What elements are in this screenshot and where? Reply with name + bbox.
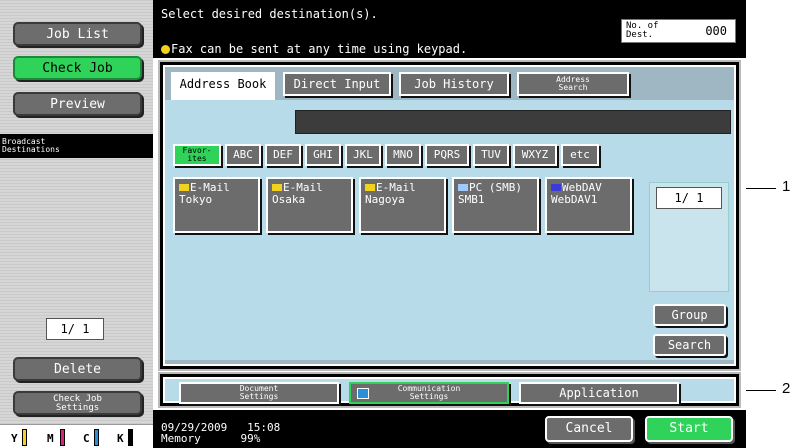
entry-name: Osaka xyxy=(272,193,306,206)
webdav-icon xyxy=(551,184,561,191)
entry-email-nagoya[interactable]: E-Mail Nagoya xyxy=(359,177,446,233)
address-book-content: Favor- ites ABC DEF GHI JKL MNO PQRS TUV… xyxy=(165,100,734,360)
memory-value: 99% xyxy=(240,432,261,445)
settings-tab-row: Document Settings Communication Settings… xyxy=(158,372,741,408)
index-ghi[interactable]: GHI xyxy=(305,144,341,166)
page-number: 1/ 1 xyxy=(656,187,722,209)
broadcast-label-line2: Destinations xyxy=(2,145,60,154)
entry-name: Tokyo xyxy=(179,193,213,206)
tab-address-book[interactable]: Address Book xyxy=(171,72,275,102)
destination-panel-inner: Address Book Direct Input Job History Ad… xyxy=(163,65,736,366)
check-job-button[interactable]: Check Job xyxy=(13,56,142,80)
job-list-button[interactable]: Job List xyxy=(13,22,142,46)
email-icon xyxy=(272,184,282,191)
instruction-message: Select desired destination(s). xyxy=(161,7,378,21)
toner-label-k: K xyxy=(117,432,124,445)
callout-line-2 xyxy=(746,390,776,391)
tab-address-search[interactable]: Address Search xyxy=(517,72,629,96)
address-search-line2: Search xyxy=(558,83,588,92)
callout-number-2: 2 xyxy=(782,380,791,397)
memory-label: Memory xyxy=(161,432,201,445)
tab-document-settings[interactable]: Document Settings xyxy=(179,382,339,404)
left-panel: Job List Check Job Preview Broadcast Des… xyxy=(0,0,153,448)
toner-label-m: M xyxy=(47,432,54,445)
communication-settings-line2: Settings xyxy=(409,392,449,401)
toner-bar-m xyxy=(60,429,65,446)
callout-number-1: 1 xyxy=(782,178,791,195)
index-tuv[interactable]: TUV xyxy=(473,144,509,166)
fax-note-text: Fax can be sent at any time using keypad… xyxy=(171,42,468,56)
entry-webdav1[interactable]: WebDAV WebDAV1 xyxy=(545,177,632,233)
document-settings-line2: Settings xyxy=(239,392,279,401)
delete-button[interactable]: Delete xyxy=(13,357,142,381)
index-favorites[interactable]: Favor- ites xyxy=(173,144,221,166)
settings-tab-row-inner: Document Settings Communication Settings… xyxy=(163,377,736,404)
index-jkl[interactable]: JKL xyxy=(345,144,381,166)
entry-email-osaka[interactable]: E-Mail Osaka xyxy=(266,177,353,233)
email-icon xyxy=(179,184,189,191)
lightbulb-icon xyxy=(161,45,170,54)
check-job-settings-button[interactable]: Check Job Settings xyxy=(13,391,142,415)
date-time: 09/29/2009 15:08 Memory 99% xyxy=(161,422,280,444)
check-job-settings-line2: Settings xyxy=(55,403,100,413)
status-footer: 09/29/2009 15:08 Memory 99% Cancel Start xyxy=(153,410,746,448)
entry-email-tokyo[interactable]: E-Mail Tokyo xyxy=(173,177,260,233)
start-button[interactable]: Start xyxy=(645,416,733,442)
favorites-line2: ites xyxy=(187,154,207,163)
email-icon xyxy=(365,184,375,191)
cancel-button[interactable]: Cancel xyxy=(545,416,633,442)
index-abc[interactable]: ABC xyxy=(225,144,261,166)
broadcast-destinations-header: Broadcast Destinations xyxy=(0,134,153,158)
search-button[interactable]: Search xyxy=(653,334,726,356)
destination-count-box: No. of Dest. 000 xyxy=(621,19,736,43)
pc-icon xyxy=(458,184,468,191)
destination-counter: 1/ 1 xyxy=(46,318,104,340)
index-mno[interactable]: MNO xyxy=(385,144,421,166)
page-indicator: 1/ 1 xyxy=(649,182,729,292)
device-screen: Job List Check Job Preview Broadcast Des… xyxy=(0,0,746,448)
memory-line: Memory 99% xyxy=(161,433,280,444)
index-wxyz[interactable]: WXYZ xyxy=(513,144,557,166)
callout-line-1 xyxy=(746,188,776,189)
no-of-dest-line2: Dest. xyxy=(626,30,654,40)
destination-panel: Address Book Direct Input Job History Ad… xyxy=(158,60,741,371)
fax-note: Fax can be sent at any time using keypad… xyxy=(161,42,467,56)
toner-bar-k xyxy=(128,429,133,446)
index-pqrs[interactable]: PQRS xyxy=(425,144,469,166)
toner-bar-c xyxy=(94,429,99,446)
toner-bar-y xyxy=(22,429,27,446)
message-bar: Select desired destination(s). Fax can b… xyxy=(153,0,746,58)
entry-name: SMB1 xyxy=(458,193,485,206)
communication-icon xyxy=(357,388,369,399)
index-def[interactable]: DEF xyxy=(265,144,301,166)
toner-label-y: Y xyxy=(11,432,18,445)
entry-name: WebDAV1 xyxy=(551,193,598,206)
no-of-dest-value: 000 xyxy=(705,24,727,38)
tab-communication-settings[interactable]: Communication Settings xyxy=(349,382,509,404)
toner-levels: Y M C K xyxy=(0,424,153,448)
group-button[interactable]: Group xyxy=(653,304,726,326)
no-of-dest-label: No. of Dest. xyxy=(626,22,660,40)
address-search-field[interactable] xyxy=(295,110,731,134)
tab-application[interactable]: Application xyxy=(519,382,679,404)
tab-direct-input[interactable]: Direct Input xyxy=(283,72,391,96)
index-etc[interactable]: etc xyxy=(561,144,599,166)
entry-pc-smb1[interactable]: PC (SMB) SMB1 xyxy=(452,177,539,233)
preview-button[interactable]: Preview xyxy=(13,92,142,116)
toner-label-c: C xyxy=(83,432,90,445)
tab-job-history[interactable]: Job History xyxy=(399,72,509,96)
entry-name: Nagoya xyxy=(365,193,405,206)
